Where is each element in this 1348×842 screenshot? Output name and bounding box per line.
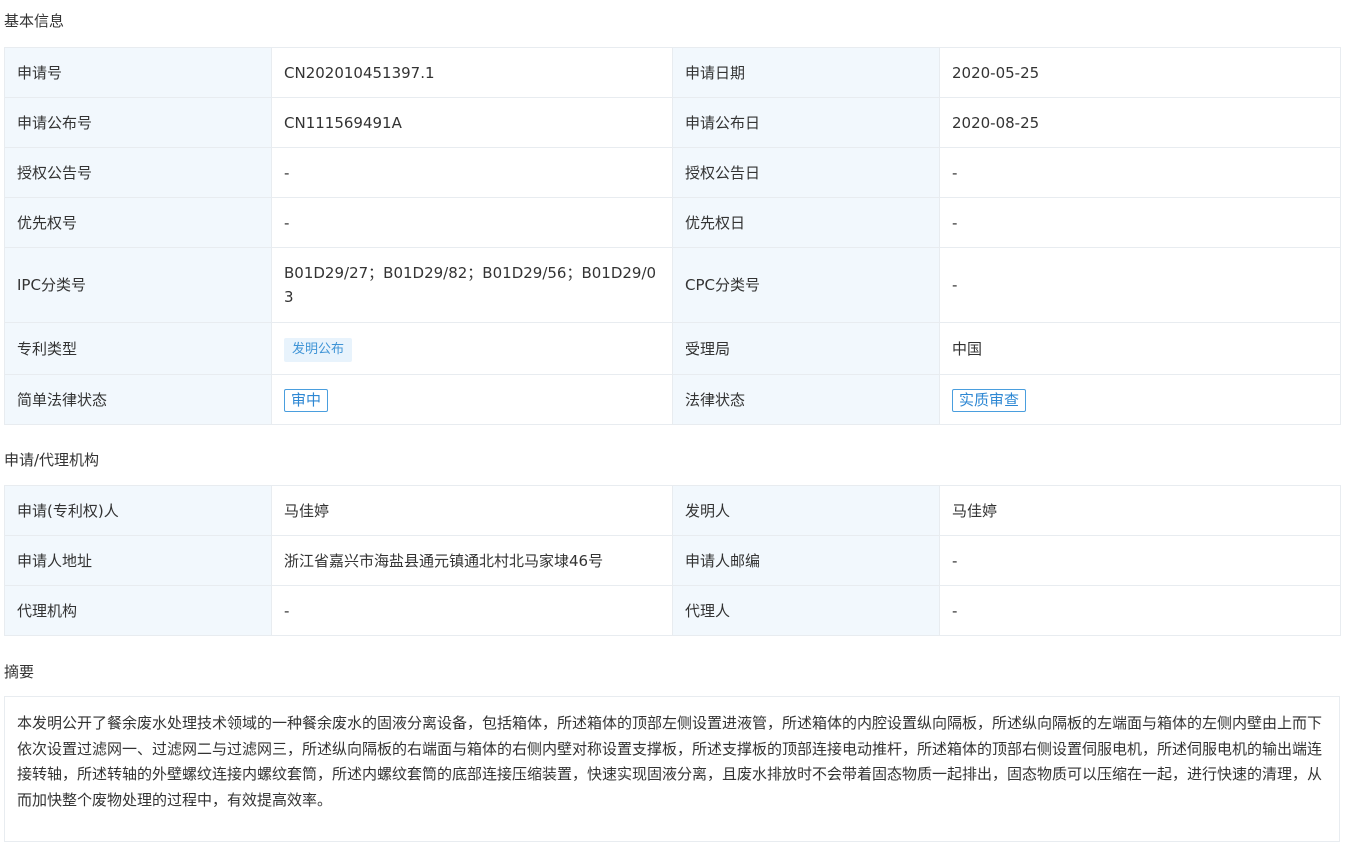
office-label: 受理局 (672, 322, 940, 375)
ipc-value: B01D29/27；B01D29/82；B01D29/56；B01D29/03 (271, 247, 673, 323)
table-row: 申请(专利权)人 马佳婷 发明人 马佳婷 (4, 485, 1341, 536)
abstract-text: 本发明公开了餐余废水处理技术领域的一种餐余废水的固液分离设备，包括箱体，所述箱体… (4, 696, 1340, 842)
cpc-value: - (939, 247, 1341, 323)
app-date-value: 2020-05-25 (939, 47, 1341, 98)
section-title-basic-info: 基本信息 (4, 12, 65, 30)
patent-type-label: 专利类型 (4, 322, 272, 375)
office-value: 中国 (939, 322, 1341, 375)
inventor-label: 发明人 (672, 485, 940, 536)
priority-no-value: - (271, 197, 673, 248)
table-row: 代理机构 - 代理人 - (4, 585, 1341, 636)
ipc-label: IPC分类号 (4, 247, 272, 323)
app-no-value: CN202010451397.1 (271, 47, 673, 98)
app-date-label: 申请日期 (672, 47, 940, 98)
agent-label: 代理人 (672, 585, 940, 636)
patent-type-cell: 发明公布 (271, 322, 673, 375)
simple-status-label: 简单法律状态 (4, 374, 272, 425)
legal-status-tag: 实质审查 (952, 388, 1027, 412)
table-row: 申请号 CN202010451397.1 申请日期 2020-05-25 (4, 47, 1341, 98)
grant-no-label: 授权公告号 (4, 147, 272, 198)
priority-no-label: 优先权号 (4, 197, 272, 248)
simple-status-tag: 审中 (284, 388, 329, 412)
legal-status-label: 法律状态 (672, 374, 940, 425)
agency-value: - (271, 585, 673, 636)
table-row: 申请公布号 CN111569491A 申请公布日 2020-08-25 (4, 97, 1341, 148)
simple-status-cell: 审中 (271, 374, 673, 425)
patent-type-tag: 发明公布 (284, 337, 353, 362)
table-row: 优先权号 - 优先权日 - (4, 197, 1341, 248)
table-row: 授权公告号 - 授权公告日 - (4, 147, 1341, 198)
pub-date-value: 2020-08-25 (939, 97, 1341, 148)
postcode-value: - (939, 535, 1341, 586)
pub-no-label: 申请公布号 (4, 97, 272, 148)
basic-info-table: 申请号 CN202010451397.1 申请日期 2020-05-25 申请公… (4, 47, 1341, 425)
section-title-abstract: 摘要 (4, 663, 35, 681)
agency-label: 代理机构 (4, 585, 272, 636)
postcode-label: 申请人邮编 (672, 535, 940, 586)
table-row: 简单法律状态 审中 法律状态 实质审查 (4, 374, 1341, 425)
pub-no-value: CN111569491A (271, 97, 673, 148)
grant-no-value: - (271, 147, 673, 198)
priority-date-value: - (939, 197, 1341, 248)
address-label: 申请人地址 (4, 535, 272, 586)
address-value: 浙江省嘉兴市海盐县通元镇通北村北马家埭46号 (271, 535, 673, 586)
agency-table: 申请(专利权)人 马佳婷 发明人 马佳婷 申请人地址 浙江省嘉兴市海盐县通元镇通… (4, 485, 1341, 636)
table-row: IPC分类号 B01D29/27；B01D29/82；B01D29/56；B01… (4, 247, 1341, 323)
pub-date-label: 申请公布日 (672, 97, 940, 148)
grant-date-value: - (939, 147, 1341, 198)
table-row: 申请人地址 浙江省嘉兴市海盐县通元镇通北村北马家埭46号 申请人邮编 - (4, 535, 1341, 586)
table-row: 专利类型 发明公布 受理局 中国 (4, 322, 1341, 375)
cpc-label: CPC分类号 (672, 247, 940, 323)
app-no-label: 申请号 (4, 47, 272, 98)
section-title-agency: 申请/代理机构 (4, 451, 100, 469)
legal-status-cell: 实质审查 (939, 374, 1341, 425)
grant-date-label: 授权公告日 (672, 147, 940, 198)
applicant-value: 马佳婷 (271, 485, 673, 536)
agent-value: - (939, 585, 1341, 636)
applicant-label: 申请(专利权)人 (4, 485, 272, 536)
inventor-value: 马佳婷 (939, 485, 1341, 536)
priority-date-label: 优先权日 (672, 197, 940, 248)
